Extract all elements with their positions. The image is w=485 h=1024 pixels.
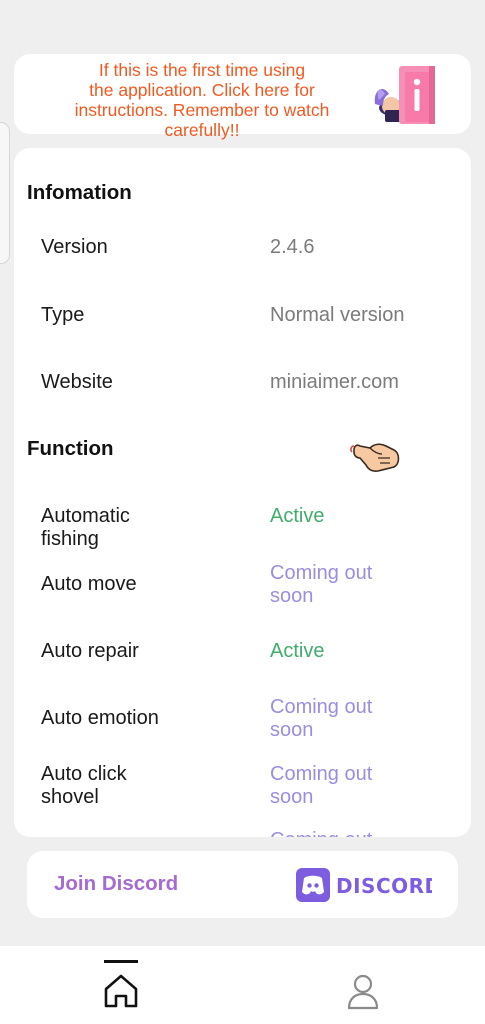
label-line: Auto move — [41, 573, 137, 595]
auto-move-status: Coming out soon — [270, 562, 372, 608]
banner-line-2: the application. Click here for — [89, 80, 315, 100]
status-line: Coming out — [270, 829, 372, 837]
type-label: Type — [41, 304, 85, 326]
automatic-fishing-label: Automatic fishing — [41, 505, 130, 551]
status-line: soon — [270, 786, 314, 808]
status-line: Active — [270, 640, 325, 662]
info-illustration-icon — [374, 66, 435, 124]
status-line: soon — [270, 719, 314, 741]
banner-text: If this is the first time using the appl… — [32, 60, 372, 140]
label-line: fishing — [41, 528, 99, 550]
pointing-hand-icon — [350, 443, 400, 472]
label-line: shovel — [41, 786, 99, 808]
side-drawer-handle[interactable] — [0, 122, 10, 264]
status-line: soon — [270, 585, 314, 607]
automatic-fishing-status: Active — [270, 505, 324, 528]
auto-emotion-label: Auto emotion — [41, 707, 159, 730]
auto-click-shovel-status: Coming out soon — [270, 763, 372, 809]
website-value[interactable]: miniaimer.com — [270, 371, 399, 394]
join-discord-label: Join Discord — [54, 872, 179, 895]
join-discord-card[interactable]: Join Discord DISCORD — [27, 851, 458, 918]
next-feature-status: Coming out — [270, 829, 372, 837]
label-line: Automatic — [41, 505, 130, 527]
function-heading: Function — [27, 437, 114, 460]
status-line: Coming out — [270, 763, 373, 785]
banner-line-4: carefully!! — [164, 120, 240, 140]
discord-wordmark: DISCORD — [336, 874, 432, 898]
status-line: Coming out — [270, 696, 373, 718]
information-heading: Infomation — [27, 181, 132, 204]
auto-click-shovel-label: Auto click shovel — [41, 763, 127, 809]
label-line: Auto repair — [41, 640, 139, 662]
banner-line-3: instructions. Remember to watch — [74, 100, 330, 120]
auto-move-label: Auto move — [41, 573, 137, 596]
type-value: Normal version — [270, 304, 405, 326]
label-line: Auto emotion — [41, 707, 159, 729]
home-icon[interactable] — [102, 972, 140, 1010]
auto-repair-label: Auto repair — [41, 640, 139, 663]
auto-repair-status: Active — [270, 640, 324, 663]
status-line: Coming out — [270, 562, 373, 584]
label-line: Auto click — [41, 763, 127, 785]
version-value: 2.4.6 — [270, 236, 315, 258]
version-label: Version — [41, 236, 108, 258]
banner-line-1: If this is the first time using — [98, 60, 306, 80]
discord-logo-icon: DISCORD — [296, 868, 432, 902]
website-label: Website — [41, 371, 113, 393]
info-card: Infomation Version 2.4.6 Type Normal ver… — [14, 148, 471, 837]
user-icon[interactable] — [346, 974, 380, 1010]
instructions-banner[interactable]: If this is the first time using the appl… — [14, 54, 471, 140]
nav-selected-indicator — [104, 960, 138, 963]
status-line: Active — [270, 505, 325, 527]
bottom-navigation — [0, 946, 485, 1024]
auto-emotion-status: Coming out soon — [270, 696, 372, 742]
